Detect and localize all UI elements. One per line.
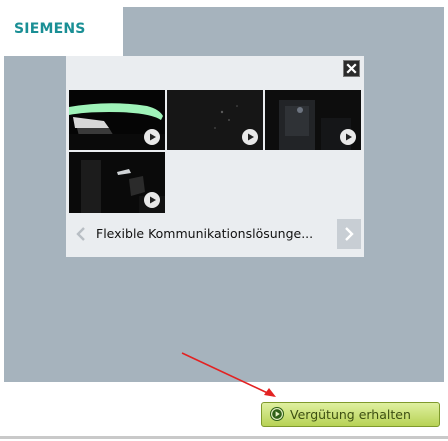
close-icon	[346, 63, 357, 74]
thumbnail-dark-screen[interactable]	[167, 90, 263, 150]
play-icon	[346, 133, 352, 141]
footer-divider	[0, 436, 448, 439]
video-gallery-popup: Flexible Kommunikationslösunge...	[66, 56, 364, 257]
brand-panel: SIEMENS	[0, 0, 123, 56]
claim-reward-label: Vergütung erhalten	[290, 407, 411, 422]
play-icon	[150, 196, 156, 204]
close-button[interactable]	[343, 60, 360, 77]
play-icon	[248, 133, 254, 141]
caption-row: Flexible Kommunikationslösunge...	[66, 217, 364, 251]
thumbnail-dark-device[interactable]	[265, 90, 361, 150]
previous-button[interactable]	[70, 220, 92, 248]
thumbnail-desk-phone[interactable]	[69, 152, 165, 213]
play-circle-icon	[270, 407, 284, 421]
annotation-arrow-icon	[181, 352, 276, 397]
play-badge	[340, 129, 356, 145]
thumbnail-headset[interactable]	[69, 90, 165, 150]
play-badge	[242, 129, 258, 145]
left-border	[0, 56, 4, 382]
play-badge	[144, 192, 160, 208]
chevron-left-icon	[76, 227, 85, 241]
top-strip	[123, 7, 444, 56]
claim-reward-button[interactable]: Vergütung erhalten	[261, 402, 440, 427]
play-icon	[150, 133, 156, 141]
video-caption[interactable]: Flexible Kommunikationslösunge...	[96, 226, 336, 241]
chevron-right-icon	[345, 227, 354, 241]
next-button[interactable]	[337, 219, 361, 249]
siemens-logo[interactable]: SIEMENS	[14, 21, 86, 37]
play-badge	[144, 129, 160, 145]
